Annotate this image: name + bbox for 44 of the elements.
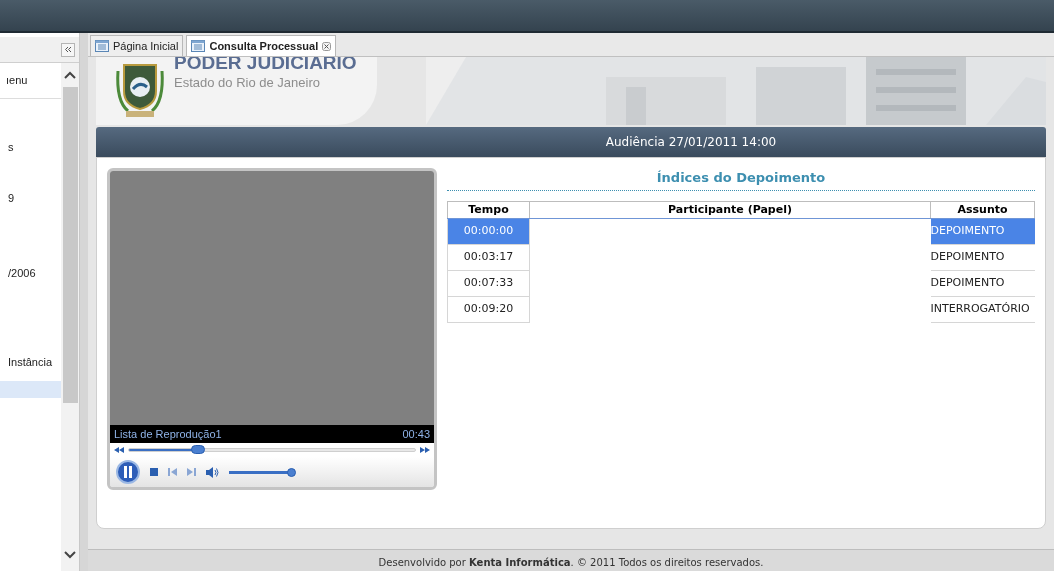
scrollbar-thumb[interactable]	[62, 87, 78, 403]
sidebar-item[interactable]: /2006	[0, 265, 61, 282]
table-cell: DEPOIMENTO	[930, 218, 1035, 245]
pause-button[interactable]	[116, 460, 140, 484]
column-header: Assunto	[930, 201, 1035, 219]
table-cell: DEPOIMENTO	[930, 270, 1035, 297]
chevron-up-icon[interactable]	[64, 71, 76, 79]
table-cell: INTERROGATÓRIO	[930, 296, 1035, 323]
table-cell: DEPOIMENTO	[930, 244, 1035, 271]
table-cell: 00:07:33	[447, 270, 530, 297]
fast-forward-icon[interactable]	[420, 447, 430, 453]
table-cell: 00:00:00	[447, 218, 530, 245]
tab[interactable]: Página Inicial	[90, 35, 184, 56]
index-row[interactable]: 00:00:00 DEPOIMENTO	[447, 218, 1035, 245]
footer-text: Desenvolvido por Kenta Informática. © 2011 Todos os direitos reservados.	[378, 556, 764, 570]
table-cell: 00:03:17	[447, 244, 530, 271]
chevron-down-icon[interactable]	[64, 551, 76, 559]
column-header: Tempo	[447, 201, 530, 219]
playlist-name: Lista de Reprodução1	[114, 426, 222, 442]
elapsed-time: 00:43	[402, 426, 430, 442]
scrollbar[interactable]	[61, 63, 79, 571]
table-cell: 00:09:20	[447, 296, 530, 323]
double-chevron-left-icon	[64, 46, 72, 53]
collapse-button[interactable]	[61, 42, 75, 57]
index-title: Índices do Depoimento	[447, 168, 1035, 191]
volume-slider[interactable]	[229, 467, 295, 477]
seek-track[interactable]	[128, 448, 416, 452]
column-header: Participante (Papel)	[529, 201, 931, 219]
seek-thumb[interactable]	[190, 445, 205, 454]
sidebar-item[interactable]: 9	[0, 190, 61, 207]
close-icon[interactable]	[322, 41, 332, 51]
index-row[interactable]: 00:03:17 DEPOIMENTO	[447, 244, 1035, 271]
sidebar-item[interactable]: Instância	[0, 354, 61, 371]
sidebar-item[interactable]: s	[0, 139, 61, 156]
pause-icon	[123, 466, 133, 478]
speaker-icon[interactable]	[206, 466, 219, 478]
banner-subtitle: Estado do Rio de Janeiro	[174, 74, 321, 92]
tab[interactable]: Consulta Processual	[186, 35, 337, 56]
index-row[interactable]: 00:07:33 DEPOIMENTO	[447, 270, 1035, 297]
hearing-title-bar: Audiência 27/01/2011 14:00	[96, 127, 1046, 157]
document-list-icon	[95, 40, 109, 52]
rewind-icon[interactable]	[114, 447, 124, 453]
document-list-icon	[191, 40, 206, 52]
index-row[interactable]: 00:09:20 INTERROGATÓRIO	[447, 296, 1035, 323]
